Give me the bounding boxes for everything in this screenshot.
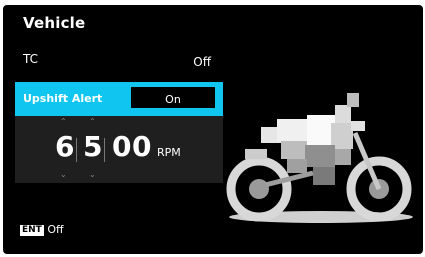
rpm-digit-4: 0 xyxy=(132,130,152,163)
tc-value: Off xyxy=(193,55,211,69)
rpm-digit-1[interactable]: 6 xyxy=(55,130,74,164)
digit-separator xyxy=(104,138,105,162)
rpm-setting-panel: ⌃ ⌃ 6 5 0 0 RPM ⌄ ⌄ xyxy=(15,116,223,183)
upshift-alert-value[interactable]: On xyxy=(131,87,215,108)
ent-key-label: Off xyxy=(47,223,64,236)
tc-label: TC xyxy=(23,52,39,66)
rpm-unit-label: RPM xyxy=(157,146,181,159)
upshift-alert-row[interactable]: Upshift Alert On xyxy=(15,82,223,116)
display-screen: Vehicle TC Off Upshift Alert On ⌃ ⌃ 6 5 … xyxy=(3,5,423,254)
page-title: Vehicle xyxy=(23,14,86,32)
upshift-alert-label: Upshift Alert xyxy=(23,92,103,105)
digit-2-increase-icon[interactable]: ⌃ xyxy=(89,118,96,126)
ent-key-hint: ENT Off xyxy=(20,223,64,236)
ent-key-icon: ENT xyxy=(20,225,44,236)
motorcycle-image xyxy=(226,93,413,223)
digit-separator xyxy=(76,138,77,162)
rpm-digit-2[interactable]: 5 xyxy=(83,130,102,164)
rpm-digit-3: 0 xyxy=(112,130,132,163)
digit-2-decrease-icon[interactable]: ⌄ xyxy=(89,171,96,179)
digit-1-increase-icon[interactable]: ⌃ xyxy=(60,118,67,126)
tc-setting-row[interactable]: TC Off xyxy=(23,52,211,70)
digit-1-decrease-icon[interactable]: ⌄ xyxy=(60,171,67,179)
